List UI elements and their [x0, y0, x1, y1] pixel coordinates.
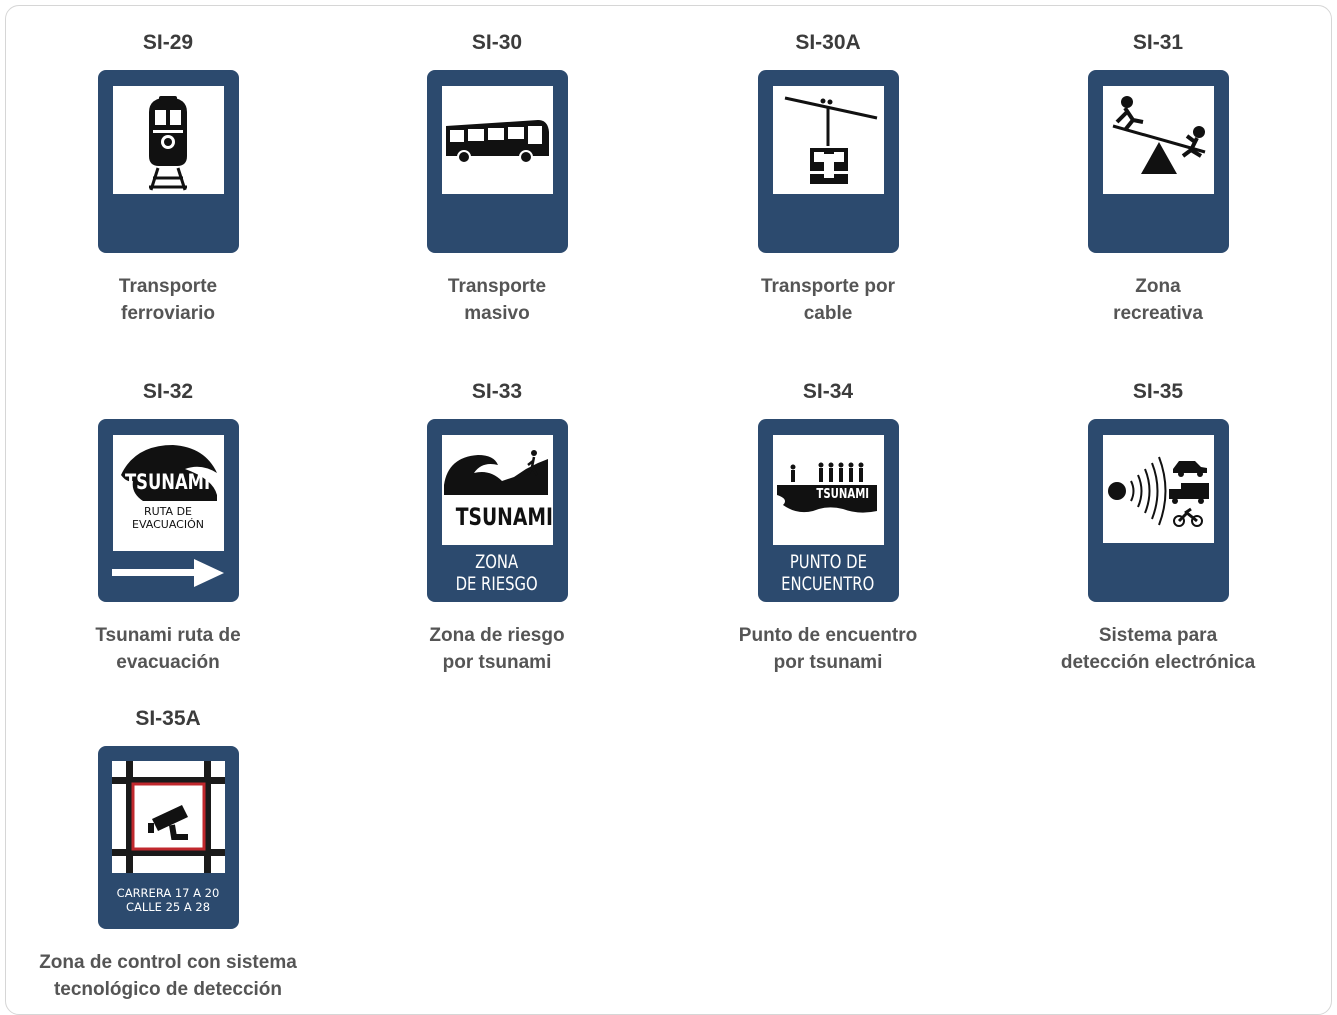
- sign-code: SI-32: [142, 380, 194, 403]
- sign-card-si-32: SI-32 TSUNAMI RUTA DE EVACUACIÓN Tsunami …: [8, 349, 328, 676]
- sign-caption: Transporte masivo: [447, 276, 547, 324]
- sign-plate: [1087, 419, 1229, 602]
- sign-caption: Sistema para detección electrónica: [1060, 625, 1256, 673]
- sign-plate: [757, 70, 899, 253]
- sign-plate: [97, 70, 239, 253]
- risk-zone-text: ZONA DE RIESGO: [455, 551, 539, 595]
- sign-plate: TSUNAMI PUNTO DE ENCUENTRO: [757, 419, 899, 602]
- tsunami-wave-icon: TSUNAMI: [441, 435, 553, 545]
- seesaw-icon: [1102, 86, 1214, 194]
- sign-card-si-33: SI-33 TSUNAMI ZONA DE RIESGO Zona de rie…: [337, 349, 657, 676]
- sign-caption: Zona de riesgo por tsunami: [429, 625, 565, 673]
- sign-caption: Transporte por cable: [760, 276, 896, 324]
- sign-code: SI-35: [1132, 380, 1184, 403]
- sign-caption: Zona de control con sistema tecnológico d…: [39, 952, 297, 1000]
- sign-code: SI-34: [802, 380, 854, 403]
- train-icon: [112, 86, 224, 194]
- sign-code: SI-35A: [135, 707, 201, 730]
- tsunami-wave-icon: TSUNAMI RUTA DE EVACUACIÓN: [112, 435, 224, 551]
- arrow-right-icon: [111, 559, 224, 587]
- sign-card-si-29: SI-29 Transporte ferroviario: [8, 0, 328, 327]
- sign-plate: [1087, 70, 1229, 253]
- sign-plate: CARRERA 17 A 20 CALLE 25 A 28: [97, 746, 239, 929]
- sign-code: SI-30: [471, 31, 523, 54]
- sign-card-si-34: SI-34 TSUNAMI PUNTO DE ENCUENTRO Punto d…: [668, 349, 988, 676]
- sign-card-si-30a: SI-30A Transporte por cable: [668, 0, 988, 327]
- sign-code: SI-29: [142, 31, 194, 54]
- sign-plate: TSUNAMI ZONA DE RIESGO: [426, 419, 568, 602]
- sign-caption: Tsunami ruta de evacuación: [95, 625, 241, 673]
- tsunami-label: TSUNAMI: [455, 503, 553, 531]
- sign-caption: Zona recreativa: [1113, 276, 1203, 324]
- sign-card-si-35a: SI-35A CARRERA 17 A 20 CALLE 25 A 28 Zon…: [8, 676, 328, 1003]
- sign-code: SI-33: [471, 380, 523, 403]
- sign-card-si-30: SI-30 Transporte masivo: [337, 0, 657, 327]
- meeting-point-icon: TSUNAMI: [772, 435, 884, 545]
- route-text: RUTA DE EVACUACIÓN: [132, 505, 204, 531]
- control-zone-text: CARRERA 17 A 20 CALLE 25 A 28: [116, 886, 220, 914]
- radar-detection-icon: [1102, 435, 1214, 543]
- sign-card-si-31: SI-31 Zona recreativa: [998, 0, 1318, 327]
- cctv-camera-icon: [111, 761, 225, 873]
- sign-plate: TSUNAMI RUTA DE EVACUACIÓN: [97, 419, 239, 602]
- sign-code: SI-31: [1132, 31, 1184, 54]
- tsunami-label: TSUNAMI: [816, 487, 870, 502]
- sign-card-si-35: SI-35 Sistema para detección electrónica: [998, 349, 1318, 676]
- tsunami-label: TSUNAMI: [125, 470, 211, 494]
- cable-car-icon: [772, 86, 884, 194]
- sign-caption: Transporte ferroviario: [118, 276, 218, 324]
- sign-code: SI-30A: [795, 31, 861, 54]
- sign-plate: [426, 70, 568, 253]
- sign-caption: Punto de encuentro por tsunami: [738, 625, 918, 673]
- bus-icon: [441, 86, 553, 194]
- meeting-point-text: PUNTO DE ENCUENTRO: [781, 551, 875, 595]
